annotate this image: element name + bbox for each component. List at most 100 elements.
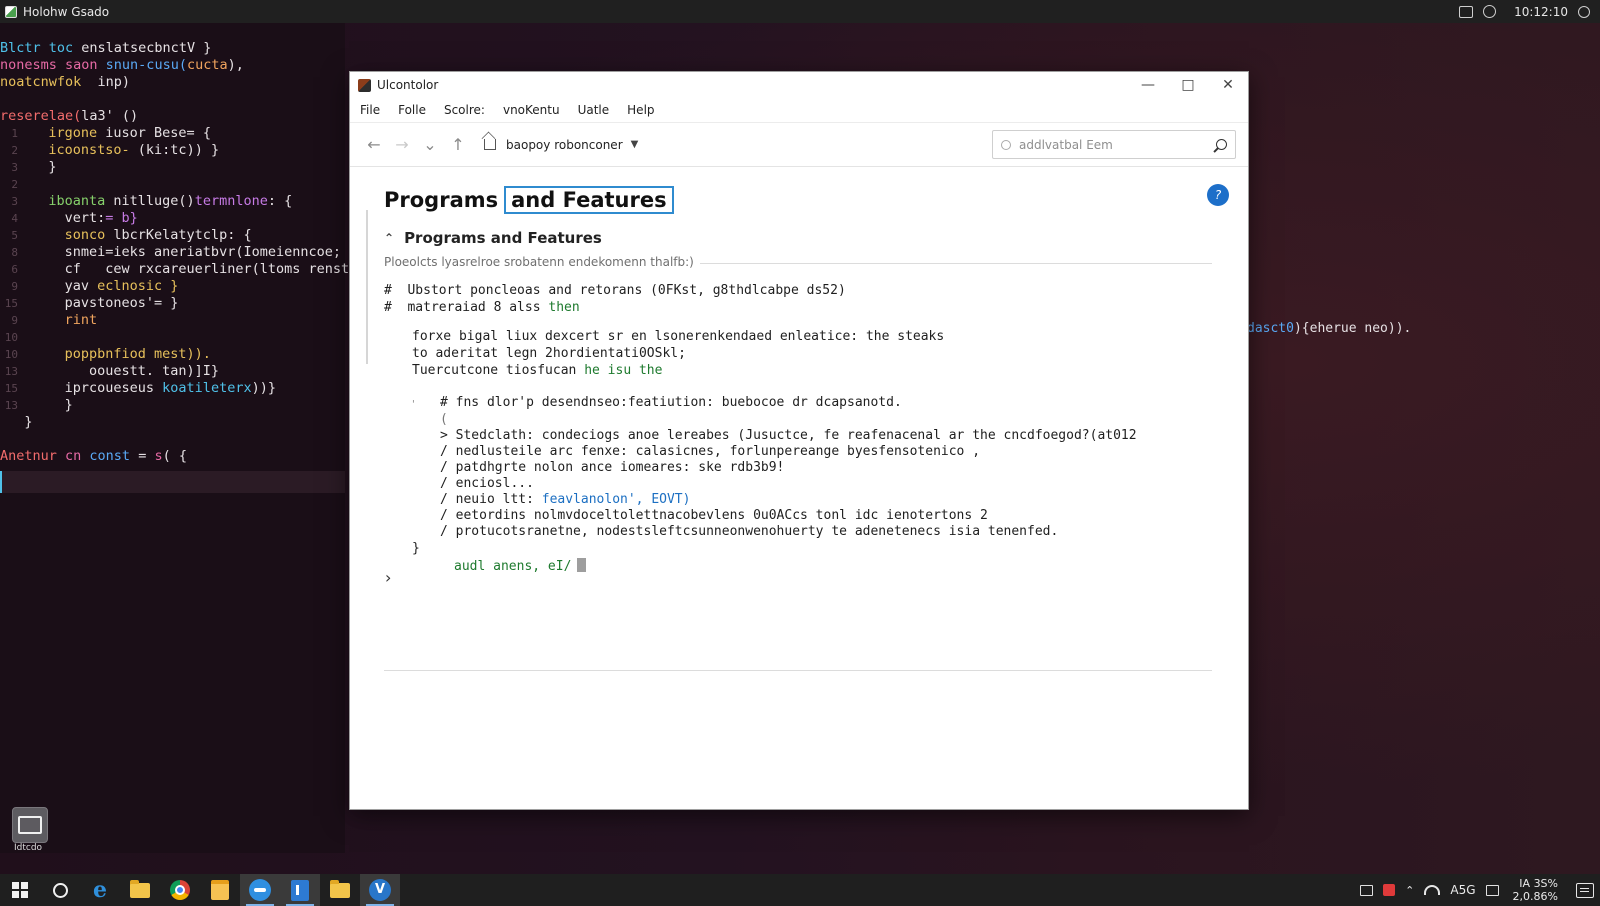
taskbar-edge[interactable]: e (80, 874, 120, 906)
search-icon[interactable] (1216, 139, 1227, 150)
line-number: 10 (4, 348, 18, 361)
code-token: rint (24, 312, 98, 328)
recent-chevron-icon[interactable]: ⌄ (418, 133, 442, 157)
language-indicator[interactable]: A5G (1450, 883, 1475, 897)
up-arrow-icon[interactable]: ↑ (446, 133, 470, 157)
tick-mark: ' (412, 399, 415, 410)
main-content: Programs and Features ? ⌃ Programs and F… (350, 167, 1248, 786)
collapse-icon[interactable]: ⌃ (384, 231, 394, 245)
comment-line-2-text: # matreraiad 8 alss (384, 300, 549, 315)
chevron-down-icon[interactable]: ▼ (631, 139, 639, 150)
taskbar-clock[interactable]: IA 3S% 2,0.86% (1513, 877, 1558, 903)
page-title-highlight: and Features (504, 186, 674, 214)
comment-line-1: # Ubstort poncleoas and retorans (0FKst,… (384, 283, 846, 298)
desktop-app-icon[interactable] (12, 807, 48, 843)
taskbar-document[interactable] (280, 874, 320, 906)
display-icon[interactable] (1360, 884, 1374, 896)
code-token: s (154, 448, 163, 464)
editor-code-line: 2 (0, 176, 24, 193)
code-token: iprcoueseus (24, 380, 163, 396)
document-icon (291, 879, 309, 901)
code-line-8: / eetordins nolmvdoceltolettnacobevlens … (440, 508, 988, 523)
help-icon[interactable]: ? (1207, 184, 1229, 206)
window-app-icon (358, 78, 371, 92)
code-token: vert: (24, 210, 106, 226)
menu-uatle[interactable]: Uatle (578, 101, 618, 119)
menu-file[interactable]: File (360, 101, 388, 119)
code-line-1: # fns dlor'p desendnseo:featiution: bueb… (440, 395, 902, 410)
section-header[interactable]: ⌃ Programs and Features (384, 229, 602, 247)
line-number: 8 (11, 246, 18, 259)
comment-line-2: # matreraiad 8 alss then (384, 300, 580, 315)
taskbar-app-blue[interactable] (240, 874, 280, 906)
code-editor[interactable]: Blctr toc enslatsecbnctV } nonesms saon s… (0, 23, 374, 853)
top-bar-tray: 10:12:10 (1459, 5, 1600, 19)
window-titlebar[interactable]: Ulcontolor — □ ✕ (350, 72, 1248, 98)
code-line-7-link[interactable]: feavlanolon', EOVT) (542, 492, 691, 507)
line-number: 1 (11, 127, 18, 140)
forward-arrow-icon[interactable]: → (390, 133, 414, 157)
code-token: } (24, 397, 73, 413)
code-token: la3' () (81, 108, 139, 124)
sync-icon[interactable] (1483, 5, 1497, 18)
search-lead-icon (1001, 139, 1011, 150)
code-token: poppbnfiod mest)). (24, 346, 211, 362)
code-token: yav (24, 278, 98, 294)
line-number: 6 (11, 263, 18, 276)
code-line-4: / nedlusteile arc fenxe: calasicnes, for… (440, 444, 981, 459)
code-token: icoonstso- (24, 142, 138, 158)
close-button[interactable]: ✕ (1208, 72, 1248, 98)
edge-icon: e (93, 877, 107, 903)
code-token: snun-cusu( (105, 57, 187, 73)
section-title: Programs and Features (404, 229, 602, 247)
app-icon (5, 5, 17, 18)
menu-vnokentu[interactable]: vnoKentu (503, 101, 568, 119)
navigation-bar: ← → ⌄ ↑ baopoy robonconer ▼ addlvatbal E… (350, 122, 1248, 167)
notification-icon[interactable] (1576, 882, 1594, 898)
code-token: ){eherue neo)). (1293, 321, 1412, 336)
command-prompt[interactable]: audl anens, eI/ (454, 558, 587, 574)
editor-code-line: Anetnur cn const = s( { (0, 448, 187, 465)
window-icon[interactable] (1459, 5, 1474, 18)
body-line-3: Tuercutcone tiosfucan he isu the (412, 363, 662, 378)
chevron-up-icon[interactable]: ⌃ (1405, 884, 1414, 897)
command-input-text[interactable]: audl anens, eI/ (454, 559, 571, 574)
system-tray: ⌃ A5G IA 3S% 2,0.86% (1360, 877, 1600, 903)
search-placeholder: addlvatbal Eem (1019, 137, 1113, 152)
code-line-7-text: / neuio ltt: (440, 492, 542, 507)
code-token: snmei=ieks aneriatbvr(Iomeienncoe; (24, 244, 341, 260)
menu-folle[interactable]: Folle (398, 101, 434, 119)
app-blue-icon (249, 879, 271, 901)
back-arrow-icon[interactable]: ← (362, 133, 386, 157)
code-token: ), (227, 57, 244, 73)
menu-help[interactable]: Help (627, 101, 662, 119)
security-icon[interactable] (1383, 884, 1396, 896)
taskbar-file-explorer[interactable] (120, 874, 160, 906)
taskbar-notes[interactable] (200, 874, 240, 906)
wifi-icon[interactable] (1424, 885, 1441, 895)
line-number: 4 (11, 212, 18, 225)
section-divider (700, 263, 1212, 264)
taskbar-folder-2[interactable] (320, 874, 360, 906)
code-token: dasct0 (1247, 321, 1294, 336)
code-token: : { (267, 193, 293, 209)
breadcrumb[interactable]: baopoy robonconer ▼ (484, 138, 638, 152)
keyboard-icon[interactable] (1485, 884, 1499, 896)
closing-brace: } (412, 541, 420, 556)
code-line-6: / enciosl... (440, 476, 534, 491)
taskbar-chrome[interactable] (160, 874, 200, 906)
start-button[interactable] (0, 874, 40, 906)
home-icon (484, 139, 496, 150)
maximize-button[interactable]: □ (1168, 72, 1208, 98)
taskbar-time: IA 3S% (1519, 877, 1558, 890)
taskbar-vs-app[interactable]: V (360, 874, 400, 906)
power-icon[interactable] (1578, 5, 1590, 18)
code-token: cn (65, 448, 90, 464)
minimize-button[interactable]: — (1128, 72, 1168, 98)
cortana-icon (52, 882, 68, 898)
editor-code-line: 5 sonco lbcrKelatytclp: { (0, 227, 251, 244)
menu-scolre[interactable]: Scolre: (444, 101, 493, 119)
cortana-button[interactable] (40, 874, 80, 906)
search-input[interactable]: addlvatbal Eem (992, 130, 1236, 159)
editor-code-line: 3 } (0, 159, 56, 176)
